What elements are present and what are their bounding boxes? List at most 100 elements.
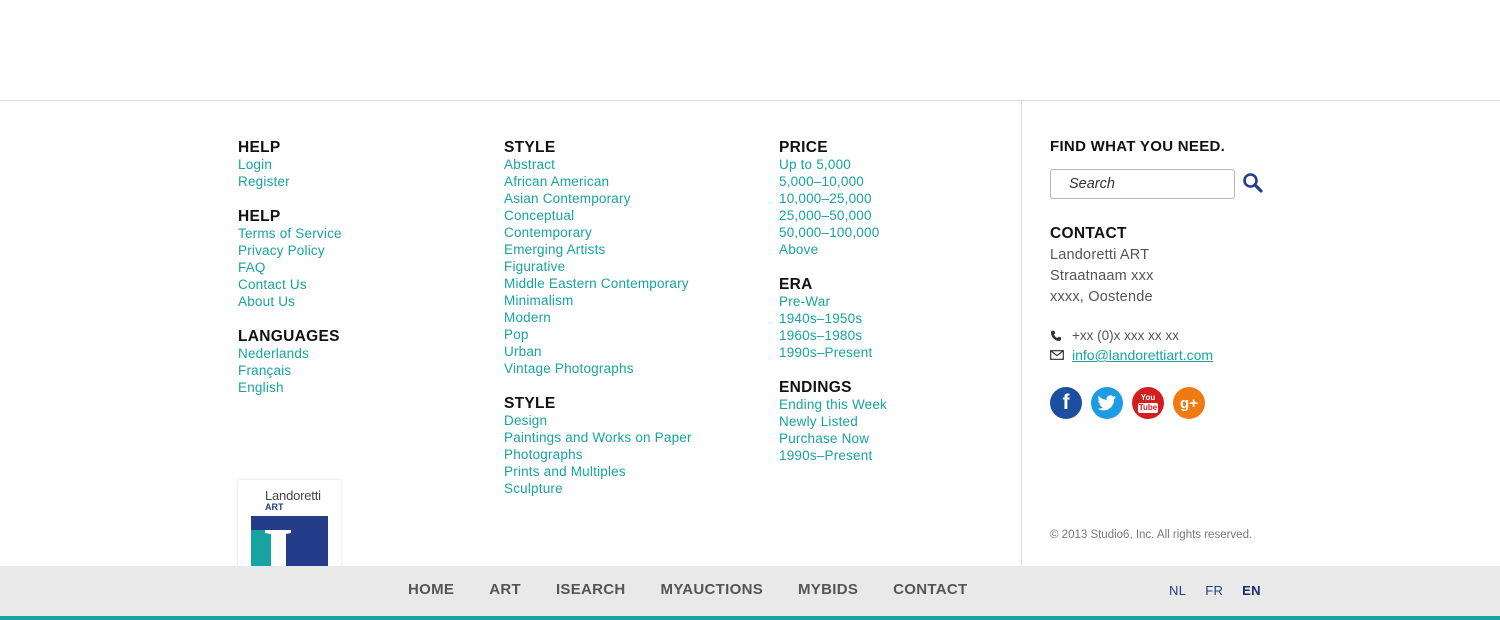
group-title: HELP (238, 139, 281, 156)
nav-isearch[interactable]: ISEARCH (556, 581, 626, 598)
link-price[interactable]: 10,000–25,000 (779, 190, 1009, 207)
link-style[interactable]: Figurative (504, 258, 764, 275)
link-style[interactable]: Prints and Multiples (504, 463, 764, 480)
link-price[interactable]: 25,000–50,000 (779, 207, 1009, 224)
main-nav: HOME ART ISEARCH MYAUCTIONS MYBIDS CONTA… (408, 581, 1002, 598)
address-line: xxxx, Oostende (1050, 289, 1153, 305)
link-style[interactable]: Design (504, 412, 764, 429)
phone-icon (1050, 329, 1066, 343)
help-group: HELP Login Register (238, 139, 488, 190)
link-price[interactable]: 5,000–10,000 (779, 173, 1009, 190)
link-style[interactable]: Paintings and Works on Paper (504, 429, 764, 446)
languages-group: LANGUAGES Nederlands Français English (238, 328, 488, 396)
link-english[interactable]: English (238, 379, 488, 396)
help-group-2: HELP Terms of Service Privacy Policy FAQ… (238, 208, 488, 310)
link-nederlands[interactable]: Nederlands (238, 345, 488, 362)
footer-column-2: STYLE Abstract African American Asian Co… (504, 139, 764, 515)
link-ending[interactable]: Ending this Week (779, 396, 1009, 413)
link-terms[interactable]: Terms of Service (238, 225, 488, 242)
nav-art[interactable]: ART (489, 581, 521, 598)
group-title: ERA (779, 276, 813, 293)
top-divider (0, 100, 1500, 101)
contact-title: CONTACT (1050, 225, 1127, 242)
search-icon (1243, 173, 1263, 193)
link-style[interactable]: Conceptual (504, 207, 764, 224)
link-style[interactable]: Abstract (504, 156, 764, 173)
search-button[interactable] (1241, 172, 1265, 196)
link-style[interactable]: Vintage Photographs (504, 360, 764, 377)
lang-nl[interactable]: NL (1169, 583, 1186, 598)
group-title: ENDINGS (779, 379, 852, 396)
link-contact-us[interactable]: Contact Us (238, 276, 488, 293)
link-price[interactable]: Above (779, 241, 1009, 258)
price-group: PRICE Up to 5,000 5,000–10,000 10,000–25… (779, 139, 1009, 258)
link-era[interactable]: 1960s–1980s (779, 327, 1009, 344)
google-plus-icon[interactable]: g+ (1173, 387, 1205, 419)
link-style[interactable]: Pop (504, 326, 764, 343)
link-era[interactable]: 1940s–1950s (779, 310, 1009, 327)
lang-en[interactable]: EN (1242, 583, 1261, 598)
era-group: ERA Pre-War 1940s–1950s 1960s–1980s 1990… (779, 276, 1009, 361)
link-style[interactable]: Middle Eastern Contemporary (504, 275, 764, 292)
link-ending[interactable]: Newly Listed (779, 413, 1009, 430)
twitter-icon[interactable] (1091, 387, 1123, 419)
link-style[interactable]: Asian Contemporary (504, 190, 764, 207)
group-title: PRICE (779, 139, 828, 156)
lang-fr[interactable]: FR (1205, 583, 1223, 598)
link-style[interactable]: Sculpture (504, 480, 764, 497)
link-style[interactable]: African American (504, 173, 764, 190)
nav-home[interactable]: HOME (408, 581, 454, 598)
link-faq[interactable]: FAQ (238, 259, 488, 276)
link-style[interactable]: Modern (504, 309, 764, 326)
nav-contact[interactable]: CONTACT (893, 581, 967, 598)
link-francais[interactable]: Français (238, 362, 488, 379)
right-panel: FIND WHAT YOU NEED. CONTACT Landoretti A… (1050, 138, 1290, 419)
search-row (1050, 169, 1290, 199)
logo-sub: ART (265, 502, 284, 512)
link-price[interactable]: Up to 5,000 (779, 156, 1009, 173)
copyright: © 2013 Studio6, Inc. All rights reserved… (1050, 529, 1253, 541)
link-privacy[interactable]: Privacy Policy (238, 242, 488, 259)
footer-column-1: HELP Login Register HELP Terms of Servic… (238, 139, 488, 414)
nav-mybids[interactable]: MYBIDS (798, 581, 858, 598)
contact-address: Landoretti ART Straatnaam xxx xxxx, Oost… (1050, 245, 1290, 308)
logo-name: Landoretti (265, 488, 321, 503)
nav-accent-line (0, 616, 1500, 620)
link-style[interactable]: Minimalism (504, 292, 764, 309)
youtube-icon[interactable]: You Tube (1132, 387, 1164, 419)
vertical-divider (1021, 101, 1022, 566)
find-title: FIND WHAT YOU NEED. (1050, 138, 1226, 155)
search-input[interactable] (1050, 169, 1235, 199)
link-about-us[interactable]: About Us (238, 293, 488, 310)
link-style[interactable]: Emerging Artists (504, 241, 764, 258)
phone-number: +xx (0)x xxx xx xx (1072, 328, 1179, 343)
link-ending[interactable]: Purchase Now (779, 430, 1009, 447)
group-title: STYLE (504, 139, 556, 156)
address-line: Landoretti ART (1050, 247, 1150, 263)
style-group: STYLE Abstract African American Asian Co… (504, 139, 764, 377)
phone-row: +xx (0)x xxx xx xx (1050, 328, 1290, 343)
facebook-icon[interactable]: f (1050, 387, 1082, 419)
style-group-2: STYLE Design Paintings and Works on Pape… (504, 395, 764, 497)
email-row: info@landorettiart.com (1050, 347, 1290, 363)
footer-page: HELP Login Register HELP Terms of Servic… (0, 0, 1500, 620)
link-era[interactable]: Pre-War (779, 293, 1009, 310)
language-switcher: NL FR EN (1169, 583, 1280, 598)
group-title: HELP (238, 208, 281, 225)
link-ending[interactable]: 1990s–Present (779, 447, 1009, 464)
link-register[interactable]: Register (238, 173, 488, 190)
social-links: f You Tube g+ (1050, 387, 1290, 419)
mail-icon (1050, 348, 1066, 362)
nav-myauctions[interactable]: MYAUCTIONS (661, 581, 763, 598)
link-era[interactable]: 1990s–Present (779, 344, 1009, 361)
link-style[interactable]: Photographs (504, 446, 764, 463)
link-login[interactable]: Login (238, 156, 488, 173)
link-style[interactable]: Urban (504, 343, 764, 360)
link-style[interactable]: Contemporary (504, 224, 764, 241)
email-link[interactable]: info@landorettiart.com (1072, 347, 1213, 363)
footer-column-3: PRICE Up to 5,000 5,000–10,000 10,000–25… (779, 139, 1009, 482)
group-title: STYLE (504, 395, 556, 412)
link-price[interactable]: 50,000–100,000 (779, 224, 1009, 241)
endings-group: ENDINGS Ending this Week Newly Listed Pu… (779, 379, 1009, 464)
address-line: Straatnaam xxx (1050, 268, 1154, 284)
